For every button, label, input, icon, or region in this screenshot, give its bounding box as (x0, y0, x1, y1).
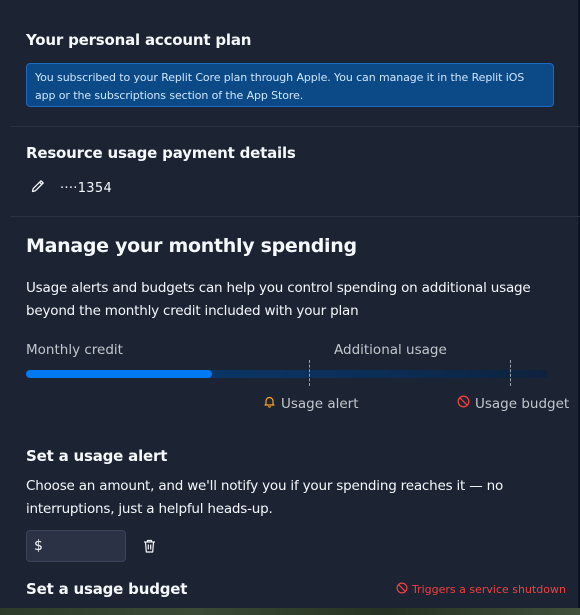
trash-icon[interactable] (142, 538, 157, 558)
service-shutdown-warning: Triggers a service shutdown (396, 582, 566, 597)
section-divider (10, 216, 580, 217)
additional-usage-label: Additional usage (334, 342, 447, 358)
prohibited-icon (396, 582, 408, 597)
card-number-masked: ····1354 (60, 180, 113, 196)
usage-alert-marker: Usage alert (263, 395, 359, 412)
currency-symbol: $ (34, 538, 43, 554)
bell-icon (263, 395, 276, 412)
section-divider (10, 126, 580, 127)
monthly-credit-label: Monthly credit (26, 342, 123, 358)
account-plan-heading: Your personal account plan (26, 31, 252, 49)
payment-details-heading: Resource usage payment details (26, 144, 296, 162)
usage-alert-threshold-line (309, 360, 310, 386)
usage-alert-heading: Set a usage alert (26, 447, 168, 465)
manage-spending-heading: Manage your monthly spending (26, 235, 357, 257)
apple-subscription-notice: You subscribed to your Replit Core plan … (26, 63, 554, 107)
background-image-edge (0, 608, 580, 615)
prohibited-icon (457, 395, 470, 412)
monthly-credit-fill (26, 370, 212, 378)
service-shutdown-text: Triggers a service shutdown (412, 583, 566, 596)
payment-card-row[interactable]: ····1354 (30, 178, 112, 198)
usage-alert-description: Choose an amount, and we'll notify you i… (26, 478, 504, 517)
usage-alert-amount-input[interactable]: $ (26, 530, 126, 562)
usage-budget-label: Usage budget (475, 395, 570, 412)
usage-alert-label: Usage alert (281, 395, 359, 412)
usage-budget-heading: Set a usage budget (26, 580, 188, 598)
pencil-icon[interactable] (30, 178, 46, 198)
usage-budget-threshold-line (510, 360, 511, 386)
usage-budget-marker: Usage budget (457, 395, 569, 412)
spending-description: Usage alerts and budgets can help you co… (26, 280, 531, 319)
